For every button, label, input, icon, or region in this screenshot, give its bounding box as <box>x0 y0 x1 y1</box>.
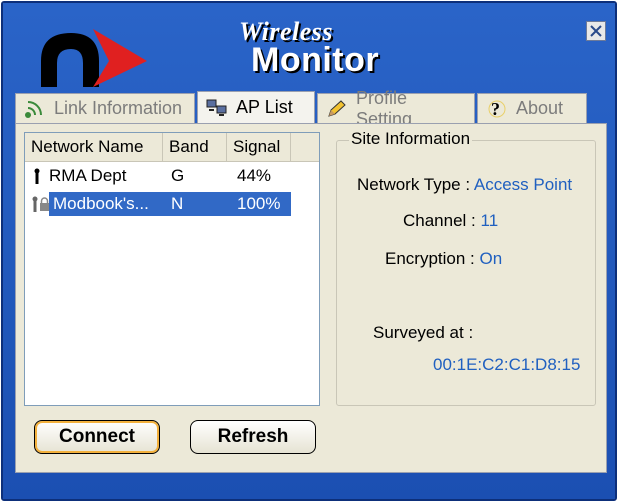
surveyed-at-value: 00:1E:C2:C1:D8:15 <box>433 355 580 375</box>
column-header-band[interactable]: Band <box>163 133 227 161</box>
table-header: Network Name Band Signal <box>25 133 319 162</box>
network-type-row: Network Type : Access Point <box>357 175 572 195</box>
tab-label: Link Information <box>54 98 183 118</box>
channel-label: Channel : <box>403 211 476 230</box>
encryption-row: Encryption : On <box>385 249 502 269</box>
channel-value: 11 <box>480 211 499 230</box>
app-title-main: Monitor <box>251 41 380 79</box>
locked-antenna-icon <box>31 196 51 212</box>
refresh-button[interactable]: Refresh <box>190 420 316 454</box>
surveyed-at-label: Surveyed at : <box>373 323 474 342</box>
tab-ap-list[interactable]: AP List <box>197 91 315 123</box>
tab-link-information[interactable]: Link Information <box>15 93 195 123</box>
channel-row: Channel : 11 <box>403 211 498 231</box>
band-value: G <box>171 166 185 185</box>
app-window: Wireless Monitor Link Information AP Lis… <box>1 1 617 501</box>
network-name: Modbook's... <box>53 194 149 213</box>
selected-row-highlight: Modbook's... N 100% <box>49 192 291 216</box>
column-header-network-name[interactable]: Network Name <box>25 133 163 161</box>
table-row[interactable]: Modbook's... N 100% <box>25 190 319 218</box>
tab-profile-setting[interactable]: Profile Setting <box>317 88 475 129</box>
encryption-value: On <box>479 249 503 268</box>
network-type-value: Access Point <box>473 175 573 194</box>
signal-icon <box>24 98 46 120</box>
tab-label: About <box>516 98 564 118</box>
tab-bar: Link Information AP List Profile Setting… <box>15 88 607 129</box>
table-row[interactable]: RMA Dept G 44% <box>25 162 319 190</box>
close-button[interactable] <box>586 21 606 41</box>
ap-list-panel: Network Name Band Signal RMA Dept G 44% <box>15 123 607 473</box>
mac-address-value: 00:1E:C2:C1:D8:15 <box>433 355 581 374</box>
tab-label: AP List <box>236 97 293 117</box>
ap-list-table[interactable]: Network Name Band Signal RMA Dept G 44% <box>24 132 320 406</box>
brand-logo <box>41 29 147 87</box>
site-information-legend: Site Information <box>349 129 473 149</box>
network-name: RMA Dept <box>49 166 127 185</box>
logo-arc <box>41 33 99 87</box>
close-icon <box>590 25 602 37</box>
antenna-icon <box>31 168 49 184</box>
tab-about[interactable]: ? About <box>477 93 587 123</box>
question-icon: ? <box>486 98 508 120</box>
column-header-signal[interactable]: Signal <box>227 133 291 161</box>
network-computers-icon <box>206 97 228 119</box>
connect-button[interactable]: Connect <box>34 420 160 454</box>
pencil-icon <box>326 98 348 120</box>
signal-value: 44% <box>237 166 272 185</box>
network-type-label: Network Type : <box>357 175 471 194</box>
encryption-label: Encryption : <box>385 249 475 268</box>
signal-value: 100% <box>237 194 281 213</box>
logo-arrow <box>93 29 147 87</box>
site-information-group: Site Information Network Type : Access P… <box>336 129 596 406</box>
band-value: N <box>171 194 184 213</box>
